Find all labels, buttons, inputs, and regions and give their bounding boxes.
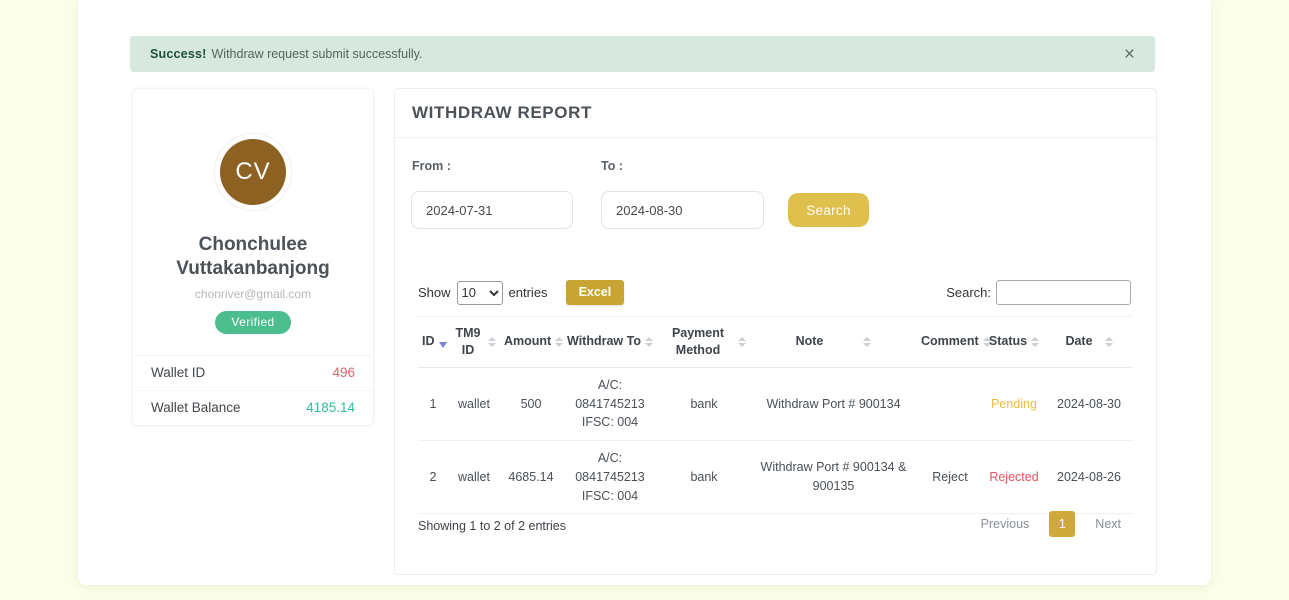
column-header-amount[interactable]: Amount — [500, 317, 562, 368]
wallet-balance-value: 4185.14 — [306, 400, 355, 415]
column-header-payment-method[interactable]: Payment Method — [658, 317, 750, 368]
table-header-row: ID TM9 ID Amount Withdraw To Payment Met… — [418, 317, 1133, 368]
sort-active-icon — [439, 342, 447, 348]
table-search-input[interactable] — [996, 280, 1131, 305]
column-header-status[interactable]: Status — [983, 317, 1045, 368]
column-header-note[interactable]: Note — [750, 317, 917, 368]
cell-date: 2024-08-26 — [1045, 441, 1133, 514]
excel-export-button[interactable]: Excel — [566, 280, 625, 305]
withdraw-table: ID TM9 ID Amount Withdraw To Payment Met… — [418, 316, 1133, 514]
cell-withdraw-to: A/C: 0841745213 IFSC: 004 — [562, 441, 658, 514]
wallet-balance-row: Wallet Balance 4185.14 — [133, 391, 373, 425]
avatar-initials: CV — [220, 139, 286, 205]
cell-note: Withdraw Port # 900134 — [750, 367, 917, 440]
from-date-input[interactable] — [411, 191, 573, 229]
previous-page-button[interactable]: Previous — [971, 511, 1040, 537]
avatar: CV — [214, 133, 292, 211]
sort-icon — [1031, 337, 1039, 347]
wallet-id-label: Wallet ID — [151, 365, 205, 380]
profile-name: Chonchulee Vuttakanbanjong — [133, 233, 373, 282]
cell-date: 2024-08-30 — [1045, 367, 1133, 440]
show-label: Show — [418, 285, 451, 300]
cell-comment — [917, 367, 983, 440]
sort-icon — [645, 337, 653, 347]
to-date-input[interactable] — [601, 191, 764, 229]
wallet-list: Wallet ID 496 Wallet Balance 4185.14 — [133, 355, 373, 425]
sort-icon — [488, 337, 496, 347]
alert-message: Withdraw request submit successfully. — [212, 47, 423, 61]
sort-icon — [863, 337, 871, 347]
cell-amount: 500 — [500, 367, 562, 440]
page-title: WITHDRAW REPORT — [412, 103, 592, 123]
sort-icon — [1105, 337, 1113, 347]
table-row: 1 wallet 500 A/C: 0841745213 IFSC: 004 b… — [418, 367, 1133, 440]
column-header-date[interactable]: Date — [1045, 317, 1133, 368]
column-header-id[interactable]: ID — [418, 317, 448, 368]
cell-payment-method: bank — [658, 441, 750, 514]
table-row: 2 wallet 4685.14 A/C: 0841745213 IFSC: 0… — [418, 441, 1133, 514]
table-search-label: Search: — [946, 285, 991, 300]
withdraw-report-panel: WITHDRAW REPORT From : To : Search Show … — [394, 88, 1157, 575]
column-header-comment[interactable]: Comment — [917, 317, 983, 368]
verified-badge: Verified — [215, 311, 290, 334]
success-alert: Success! Withdraw request submit success… — [130, 36, 1155, 72]
alert-title: Success! — [150, 47, 207, 61]
from-label: From : — [412, 159, 451, 173]
cell-amount: 4685.14 — [500, 441, 562, 514]
profile-email: chonriver@gmail.com — [133, 287, 373, 301]
page: Success! Withdraw request submit success… — [0, 0, 1289, 600]
cell-withdraw-to: A/C: 0841745213 IFSC: 004 — [562, 367, 658, 440]
wallet-balance-label: Wallet Balance — [151, 400, 241, 415]
cell-note: Withdraw Port # 900134 & 900135 — [750, 441, 917, 514]
cell-id: 2 — [418, 441, 448, 514]
cell-tm9-id: wallet — [448, 441, 500, 514]
page-length-select[interactable]: 10 — [457, 281, 503, 305]
main-container: Success! Withdraw request submit success… — [78, 0, 1211, 585]
table-info-text: Showing 1 to 2 of 2 entries — [418, 519, 566, 533]
sort-icon — [738, 337, 746, 347]
current-page-button[interactable]: 1 — [1049, 511, 1075, 537]
next-page-button[interactable]: Next — [1085, 511, 1131, 537]
profile-card: CV Chonchulee Vuttakanbanjong chonriver@… — [132, 88, 374, 426]
column-header-tm9-id[interactable]: TM9 ID — [448, 317, 500, 368]
to-label: To : — [601, 159, 623, 173]
wallet-id-value: 496 — [332, 365, 355, 380]
cell-id: 1 — [418, 367, 448, 440]
cell-comment: Reject — [917, 441, 983, 514]
column-header-withdraw-to[interactable]: Withdraw To — [562, 317, 658, 368]
status-badge: Pending — [983, 367, 1045, 440]
close-icon[interactable]: × — [1124, 45, 1135, 64]
cell-tm9-id: wallet — [448, 367, 500, 440]
wallet-id-row: Wallet ID 496 — [133, 356, 373, 391]
entries-label: entries — [509, 285, 548, 300]
pagination: Previous 1 Next — [971, 511, 1131, 537]
cell-payment-method: bank — [658, 367, 750, 440]
status-badge: Rejected — [983, 441, 1045, 514]
search-button[interactable]: Search — [788, 193, 869, 227]
